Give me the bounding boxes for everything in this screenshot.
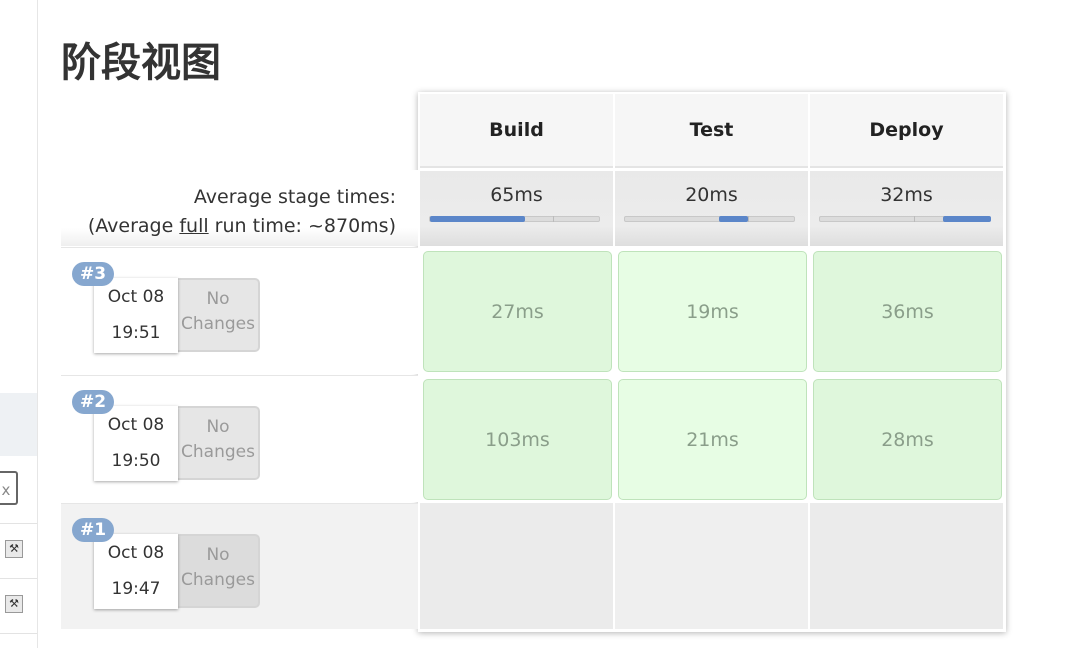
run-datetime: Oct 08 19:51 [94,278,178,353]
run-number-badge[interactable]: #1 [72,518,114,542]
run-date: Oct 08 [107,287,165,307]
avg-progress-track [624,216,795,222]
run-time: 19:51 [111,323,161,343]
avg-time: 20ms [685,184,738,206]
run-changes[interactable]: No Changes [178,406,260,480]
stage-cell-build[interactable]: 103ms [423,379,612,500]
stage-cell-build[interactable]: 27ms [423,251,612,372]
stage-header-deploy: Deploy [810,94,1003,168]
changes-line2: Changes [181,442,255,462]
close-icon[interactable]: x [0,471,18,505]
run-changes[interactable]: No Changes [178,278,260,352]
run-datetime: Oct 08 19:50 [94,406,178,481]
avg-progress-track [819,216,991,222]
avg-progress-fill [719,216,748,222]
avg-time: 32ms [880,184,933,206]
changes-line1: No [206,417,230,437]
run-date: Oct 08 [107,415,165,435]
full-run-time-link[interactable]: full [179,215,208,237]
run-number-badge[interactable]: #2 [72,390,114,414]
stage-cell-empty [420,503,613,629]
sidebar-selected-item[interactable] [0,393,37,456]
run-row-1: #1 Oct 08 19:47 No Changes [61,503,418,629]
avg-time: 65ms [490,184,543,206]
stage-cell-empty [615,503,808,629]
changes-line2: Changes [181,314,255,334]
average-run-prefix: (Average [87,215,180,237]
changes-line2: Changes [181,570,255,590]
sidebar-divider [0,633,37,634]
stage-cell-test[interactable]: 19ms [618,251,807,372]
sidebar-divider [0,523,37,524]
sidebar: x ⚒ ⚒ [0,0,38,648]
avg-cell-test: 20ms [615,171,808,246]
run-datetime: Oct 08 19:47 [94,534,178,609]
avg-progress-track [429,216,600,222]
average-run-time-text: (Average full run time: ~870ms) [61,211,396,241]
run-row-3: #3 Oct 08 19:51 No Changes [61,247,418,374]
average-stage-times-text: Average stage times: [193,186,396,208]
average-stage-times-label: Average stage times: (Average full run t… [61,170,418,246]
run-date: Oct 08 [107,543,165,563]
page-title: 阶段视图 [61,40,221,86]
avg-cell-build: 65ms [420,171,613,246]
stage-cell-deploy[interactable]: 28ms [813,379,1002,500]
wrench-icon[interactable]: ⚒ [5,595,23,613]
wrench-icon[interactable]: ⚒ [5,540,23,558]
progress-tick [748,216,749,222]
stage-header-test: Test [615,94,808,168]
stage-cell-empty [810,503,1003,629]
run-time: 19:47 [111,579,161,599]
run-number-badge[interactable]: #3 [72,262,114,286]
stage-cell-deploy[interactable]: 36ms [813,251,1002,372]
progress-tick [553,216,554,222]
sidebar-divider [0,578,37,579]
stage-header-build: Build [420,94,613,168]
avg-progress-fill [943,216,991,222]
run-row-2: #2 Oct 08 19:50 No Changes [61,375,418,502]
run-time: 19:50 [111,451,161,471]
average-run-suffix: run time: ~870ms) [208,215,396,237]
run-changes[interactable]: No Changes [178,534,260,608]
avg-progress-fill [430,216,525,222]
progress-tick [914,216,915,222]
stage-cell-test[interactable]: 21ms [618,379,807,500]
changes-line1: No [206,545,230,565]
avg-cell-deploy: 32ms [810,171,1003,246]
changes-line1: No [206,289,230,309]
